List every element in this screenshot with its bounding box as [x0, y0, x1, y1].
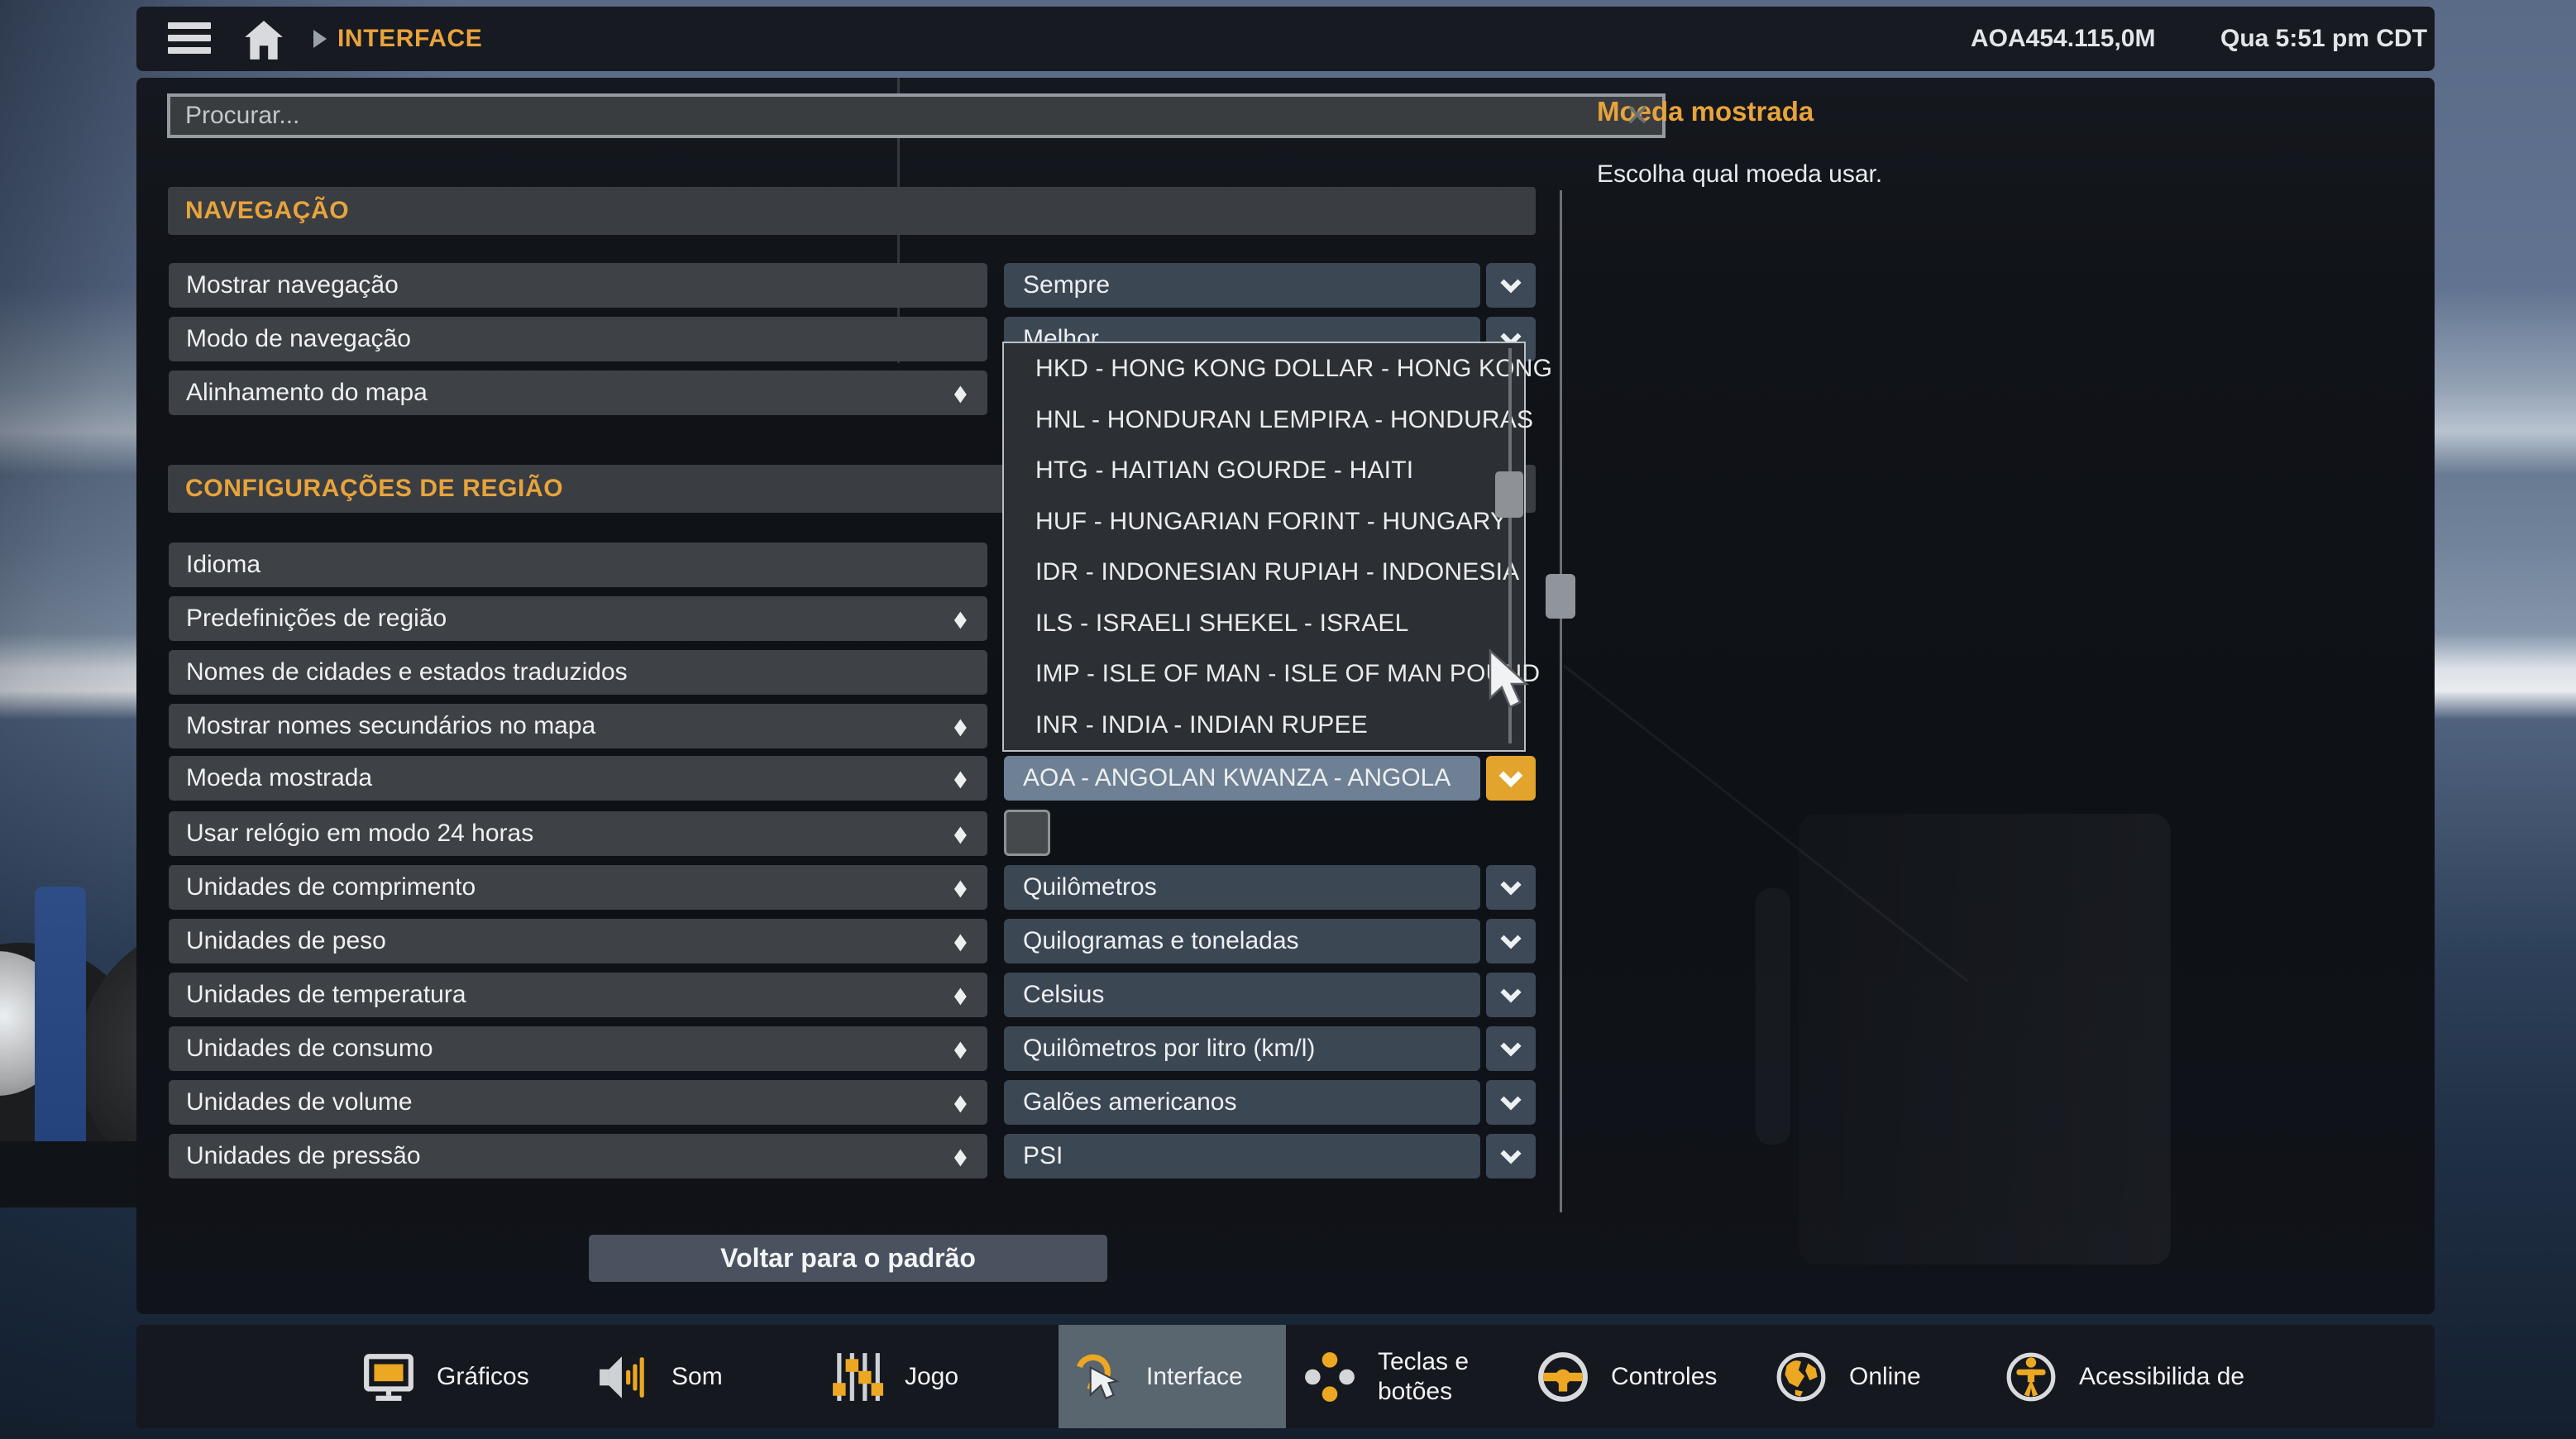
currency-option[interactable]: HUF - HUNGARIAN FORINT - HUNGARY	[1004, 496, 1524, 547]
setting-label-unidades-volume: Unidades de volume ◆	[169, 1080, 987, 1125]
settings-panel: ✕ NAVEGAÇÃO Mostrar navegação Sempre Mod…	[136, 78, 2435, 1314]
dropdown-unidades-consumo[interactable]: Quilômetros por litro (km/l)	[1004, 1026, 1480, 1071]
page-scrollbar-track[interactable]	[1560, 190, 1562, 1212]
setting-label-predefinicoes-regiao: Predefinições de região ◆	[169, 596, 987, 641]
setting-label-nomes-cidades: Nomes de cidades e estados traduzidos	[169, 650, 987, 695]
currency-dropdown-list: HKD - HONG KONG DOLLAR - HONG KONG HNL -…	[1002, 342, 1552, 752]
setting-label-alinhamento-mapa: Alinhamento do mapa ◆	[169, 371, 987, 415]
background-truck-grille	[1799, 814, 2171, 1265]
currency-option[interactable]: IMP - ISLE OF MAN - ISLE OF MAN POUND	[1004, 648, 1540, 700]
tab-online[interactable]: Online	[1775, 1325, 1921, 1428]
truck-tire-shadow	[0, 1141, 149, 1207]
dropdown-mostrar-navegacao[interactable]: Sempre	[1004, 263, 1480, 308]
datetime-display: Qua 5:51 pm CDT	[2220, 25, 2428, 52]
money-display: AOA454.115,0M	[1971, 25, 2156, 52]
setting-label-relogio-24h: Usar relógio em modo 24 horas ◆	[169, 811, 987, 856]
breadcrumb: INTERFACE	[337, 25, 483, 52]
dropdown-unidades-volume[interactable]: Galões americanos	[1004, 1080, 1480, 1125]
currency-option[interactable]: ILS - ISRAELI SHEKEL - ISRAEL	[1004, 598, 1524, 649]
dropdown-button-unidades-pressao[interactable]	[1486, 1134, 1536, 1178]
modified-marker: ◆	[954, 982, 968, 1007]
tab-som[interactable]: Som	[597, 1325, 723, 1428]
modified-marker: ◆	[954, 606, 968, 631]
dropdown-button-unidades-comprimento[interactable]	[1486, 865, 1536, 910]
setting-label-moeda-mostrada: Moeda mostrada ◆	[169, 756, 987, 801]
monitor-icon	[364, 1353, 413, 1401]
currency-option[interactable]: INR - INDIA - INDIAN RUPEE	[1004, 700, 1524, 751]
currency-option[interactable]: HNL - HONDURAN LEMPIRA - HONDURAS	[1004, 394, 1533, 446]
globe-icon	[1776, 1352, 1826, 1401]
currency-option[interactable]: HKD - HONG KONG DOLLAR - HONG KONG	[1004, 343, 1552, 394]
dropdown-moeda-mostrada[interactable]: AOA - ANGOLAN KWANZA - ANGOLA	[1004, 756, 1480, 801]
setting-label-unidades-peso: Unidades de peso ◆	[169, 919, 987, 963]
menu-icon[interactable]	[168, 22, 211, 55]
setting-label-nomes-secundarios: Mostrar nomes secundários no mapa ◆	[169, 704, 987, 748]
currency-option[interactable]: HTG - HAITIAN GOURDE - HAITI	[1004, 445, 1524, 496]
setting-label-unidades-consumo: Unidades de consumo ◆	[169, 1026, 987, 1071]
page-scrollbar-thumb[interactable]	[1546, 574, 1575, 619]
top-bar: INTERFACE AOA454.115,0M Qua 5:51 pm CDT	[136, 7, 2435, 71]
checkbox-relogio-24h[interactable]	[1004, 810, 1050, 856]
help-panel-description: Escolha qual moeda usar.	[1597, 160, 1883, 188]
dropdown-button-unidades-volume[interactable]	[1486, 1080, 1536, 1125]
setting-label-modo-navegacao: Modo de navegação	[169, 317, 987, 361]
gamepad-buttons-icon	[1305, 1351, 1355, 1402]
dropdown-button-unidades-peso[interactable]	[1486, 919, 1536, 963]
dropdown-unidades-temperatura[interactable]: Celsius	[1004, 973, 1480, 1017]
chevron-down-icon	[1500, 881, 1522, 896]
setting-label-mostrar-navegacao: Mostrar navegação	[169, 263, 987, 308]
reset-defaults-button[interactable]: Voltar para o padrão	[589, 1235, 1107, 1282]
mouse-cursor	[1487, 648, 1533, 719]
modified-marker: ◆	[954, 380, 968, 405]
tab-controles[interactable]: Controles	[1537, 1325, 1717, 1428]
breadcrumb-chevron-icon	[313, 30, 327, 48]
modified-marker: ◆	[954, 875, 968, 900]
setting-label-unidades-pressao: Unidades de pressão ◆	[169, 1134, 987, 1178]
currency-option[interactable]: IDR - INDONESIAN RUPIAH - INDONESIA	[1004, 547, 1524, 598]
dropdown-button-moeda-mostrada[interactable]	[1486, 756, 1536, 801]
modified-marker: ◆	[954, 1090, 968, 1115]
setting-label-unidades-comprimento: Unidades de comprimento ◆	[169, 865, 987, 910]
tab-graficos[interactable]: Gráficos	[362, 1325, 529, 1428]
dropdown-unidades-pressao[interactable]: PSI	[1004, 1134, 1480, 1178]
settings-tab-bar: Gráficos Som Jogo Interface Teclas e bot…	[136, 1325, 2435, 1428]
tab-interface[interactable]: Interface	[1072, 1325, 1243, 1428]
search-input[interactable]	[167, 93, 1666, 138]
modified-marker: ◆	[954, 1144, 968, 1169]
sliders-icon	[833, 1352, 883, 1401]
dropdown-button-unidades-consumo[interactable]	[1486, 1026, 1536, 1071]
section-header-navigation: NAVEGAÇÃO	[168, 187, 1536, 235]
background-truck-pillar	[1756, 888, 1790, 1145]
steering-wheel-icon	[1538, 1351, 1588, 1402]
modified-marker: ◆	[954, 929, 968, 954]
dropdown-scrollbar-thumb[interactable]	[1495, 471, 1523, 518]
dropdown-unidades-comprimento[interactable]: Quilômetros	[1004, 865, 1480, 910]
chevron-down-icon	[1500, 988, 1522, 1003]
chevron-down-icon	[1500, 1042, 1522, 1057]
cursor-click-icon	[1075, 1354, 1120, 1399]
chevron-down-icon	[1500, 935, 1522, 949]
chevron-down-icon	[1500, 1096, 1522, 1111]
chevron-down-icon	[1500, 279, 1522, 294]
chevron-down-icon	[1500, 1150, 1522, 1164]
dropdown-button-unidades-temperatura[interactable]	[1486, 973, 1536, 1017]
tab-jogo[interactable]: Jogo	[830, 1325, 958, 1428]
tab-acessibilidade[interactable]: Acessibilida de	[2005, 1325, 2249, 1428]
modified-marker: ◆	[954, 1036, 968, 1061]
dropdown-button-mostrar-navegacao[interactable]	[1486, 263, 1536, 308]
tab-teclas-e-botoes[interactable]: Teclas e botões	[1303, 1325, 1527, 1428]
modified-marker: ◆	[954, 766, 968, 791]
dropdown-unidades-peso[interactable]: Quilogramas e toneladas	[1004, 919, 1480, 963]
modified-marker: ◆	[954, 714, 968, 739]
clear-search-icon[interactable]: ✕	[1617, 93, 1658, 138]
modified-marker: ◆	[954, 821, 968, 846]
chevron-down-icon	[1498, 771, 1523, 788]
accessibility-icon	[2006, 1352, 2056, 1401]
home-icon[interactable]	[242, 18, 285, 60]
setting-label-idioma: Idioma	[169, 543, 987, 587]
setting-label-unidades-temperatura: Unidades de temperatura ◆	[169, 973, 987, 1017]
speaker-icon	[600, 1355, 644, 1398]
